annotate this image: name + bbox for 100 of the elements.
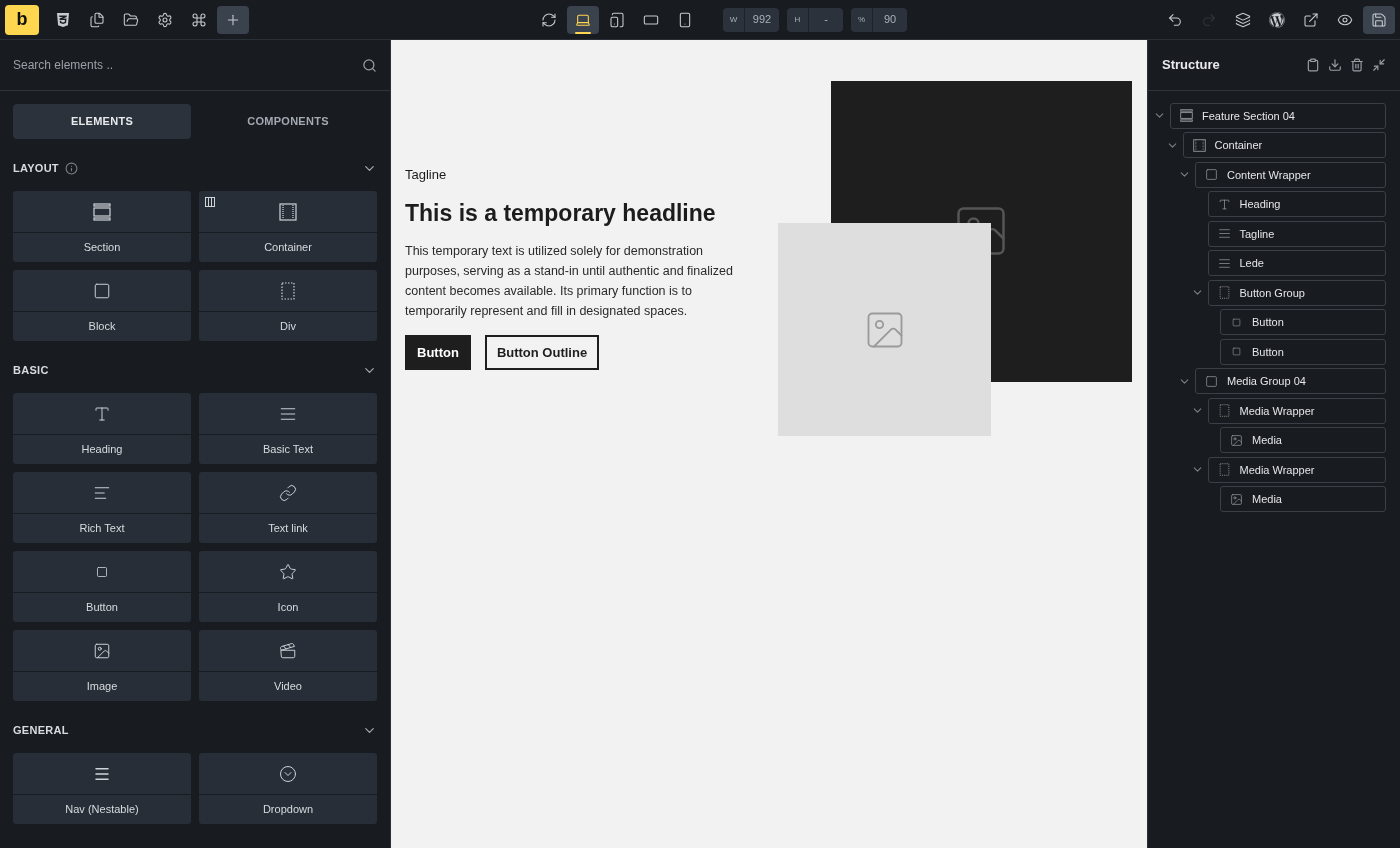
dimension-field[interactable]: W 992 <box>723 7 779 32</box>
panel-tab[interactable]: ELEMENTS <box>13 104 191 139</box>
small-square-icon <box>96 565 108 578</box>
element-label: Button <box>86 600 118 616</box>
structure-item[interactable]: Media Wrapper <box>1207 397 1386 424</box>
page-button[interactable]: Button <box>405 335 471 371</box>
structure-item[interactable]: Media <box>1220 486 1386 513</box>
structure-item[interactable]: Heading <box>1207 191 1386 218</box>
image-icon <box>1230 433 1243 447</box>
square-icon <box>1205 374 1218 388</box>
star-icon <box>279 562 297 581</box>
element-card[interactable]: Video <box>199 630 377 701</box>
dimension-field[interactable]: H - <box>787 7 843 32</box>
element-label: Image <box>86 679 118 695</box>
toolbar-button[interactable] <box>217 5 249 34</box>
collapse-icon[interactable] <box>1372 58 1386 72</box>
search-field[interactable]: Search elements .. <box>13 56 362 74</box>
image-icon <box>1230 492 1243 506</box>
element-card[interactable]: Container <box>199 191 377 262</box>
element-label: Heading <box>81 442 123 458</box>
square-icon <box>1205 168 1218 182</box>
container-icon <box>1192 138 1206 152</box>
trash-icon[interactable] <box>1350 58 1364 72</box>
dashed-square-icon <box>1217 404 1231 418</box>
element-card[interactable]: Dropdown <box>199 753 377 824</box>
active-underline <box>575 31 591 34</box>
element-label: Rich Text <box>79 521 125 537</box>
toolbar-button[interactable] <box>1363 5 1395 34</box>
element-label: Dropdown <box>262 802 314 818</box>
structure-item[interactable]: Button Group <box>1207 279 1386 306</box>
refresh-icon <box>541 11 557 28</box>
css-icon <box>55 11 71 28</box>
dimension-field[interactable]: % 90 <box>851 7 907 32</box>
element-card[interactable]: Block <box>13 270 191 341</box>
dropdown-icon <box>279 764 297 783</box>
element-card[interactable]: Div <box>199 270 377 341</box>
search-icon <box>362 57 377 73</box>
columns-icon <box>205 197 215 207</box>
small-square-icon <box>1232 347 1241 357</box>
settings-icon <box>157 11 173 28</box>
info-icon <box>64 161 78 175</box>
group-title: GENERAL <box>13 722 69 738</box>
element-label: Container <box>264 240 312 256</box>
element-label: Div <box>280 319 296 335</box>
element-card[interactable]: Icon <box>199 551 377 622</box>
type-icon <box>93 404 111 423</box>
element-card[interactable]: Nav (Nestable) <box>13 753 191 824</box>
dashed-square-icon <box>1217 463 1231 477</box>
image-icon <box>93 641 111 660</box>
structure-item[interactable]: Content Wrapper <box>1195 161 1386 188</box>
element-label: Text link <box>268 521 308 537</box>
tablet-icon <box>609 11 625 28</box>
element-card[interactable]: Rich Text <box>13 472 191 543</box>
structure-item[interactable]: Feature Section 04 <box>1170 102 1386 129</box>
structure-item[interactable]: Lede <box>1207 250 1386 277</box>
structure-item[interactable]: Media Group 04 <box>1195 368 1386 395</box>
page-button[interactable]: Button Outline <box>484 335 600 371</box>
panel-title: Structure <box>1162 56 1220 75</box>
link-icon <box>279 483 297 502</box>
phone-icon <box>677 11 693 28</box>
section-icon <box>93 202 111 221</box>
panel-tab[interactable]: COMPONENTS <box>199 104 377 139</box>
square-icon <box>93 281 111 300</box>
element-label: Section <box>83 240 121 256</box>
group-title: BASIC <box>13 362 49 378</box>
element-label: Block <box>88 319 116 335</box>
type-icon <box>1217 197 1231 211</box>
structure-item[interactable]: Tagline <box>1207 220 1386 247</box>
container-icon <box>279 202 297 221</box>
section-icon <box>1180 109 1193 123</box>
structure-item[interactable]: Button <box>1220 309 1386 336</box>
element-card[interactable]: Button <box>13 551 191 622</box>
small-square-icon <box>1232 317 1241 327</box>
structure-item[interactable]: Container <box>1182 132 1386 159</box>
structure-item[interactable]: Media <box>1220 427 1386 454</box>
pages-icon <box>89 11 105 28</box>
structure-item[interactable]: Media Wrapper <box>1207 456 1386 483</box>
lede: This temporary text is utilized solely for demonstration purposes, serving as a stand-in until authentic and finalized content becomes available. Its primary function is to temporarily represent and fill in designated spaces. <box>405 243 734 321</box>
element-label: Icon <box>277 600 299 616</box>
dashed-square-icon <box>279 281 297 300</box>
command-icon <box>191 11 207 28</box>
element-card[interactable]: Text link <box>199 472 377 543</box>
element-card[interactable]: Section <box>13 191 191 262</box>
element-label: Video <box>274 679 302 695</box>
text-lines-icon <box>1217 256 1231 270</box>
clapperboard-icon <box>279 641 297 660</box>
tagline: Tagline <box>405 166 448 184</box>
toolbar-button[interactable] <box>567 5 599 34</box>
text-lines-icon <box>1217 227 1231 241</box>
element-card[interactable]: Heading <box>13 393 191 464</box>
element-card[interactable]: Basic Text <box>199 393 377 464</box>
group-title: LAYOUT <box>13 160 59 176</box>
folder-icon <box>123 11 139 28</box>
logo[interactable]: b <box>5 4 39 35</box>
structure-item[interactable]: Button <box>1220 338 1386 365</box>
element-card[interactable]: Image <box>13 630 191 701</box>
clipboard-icon[interactable] <box>1306 58 1320 72</box>
download-icon[interactable] <box>1328 58 1342 72</box>
dashed-square-icon <box>1217 286 1231 300</box>
headline: This is a temporary headline <box>405 198 717 228</box>
